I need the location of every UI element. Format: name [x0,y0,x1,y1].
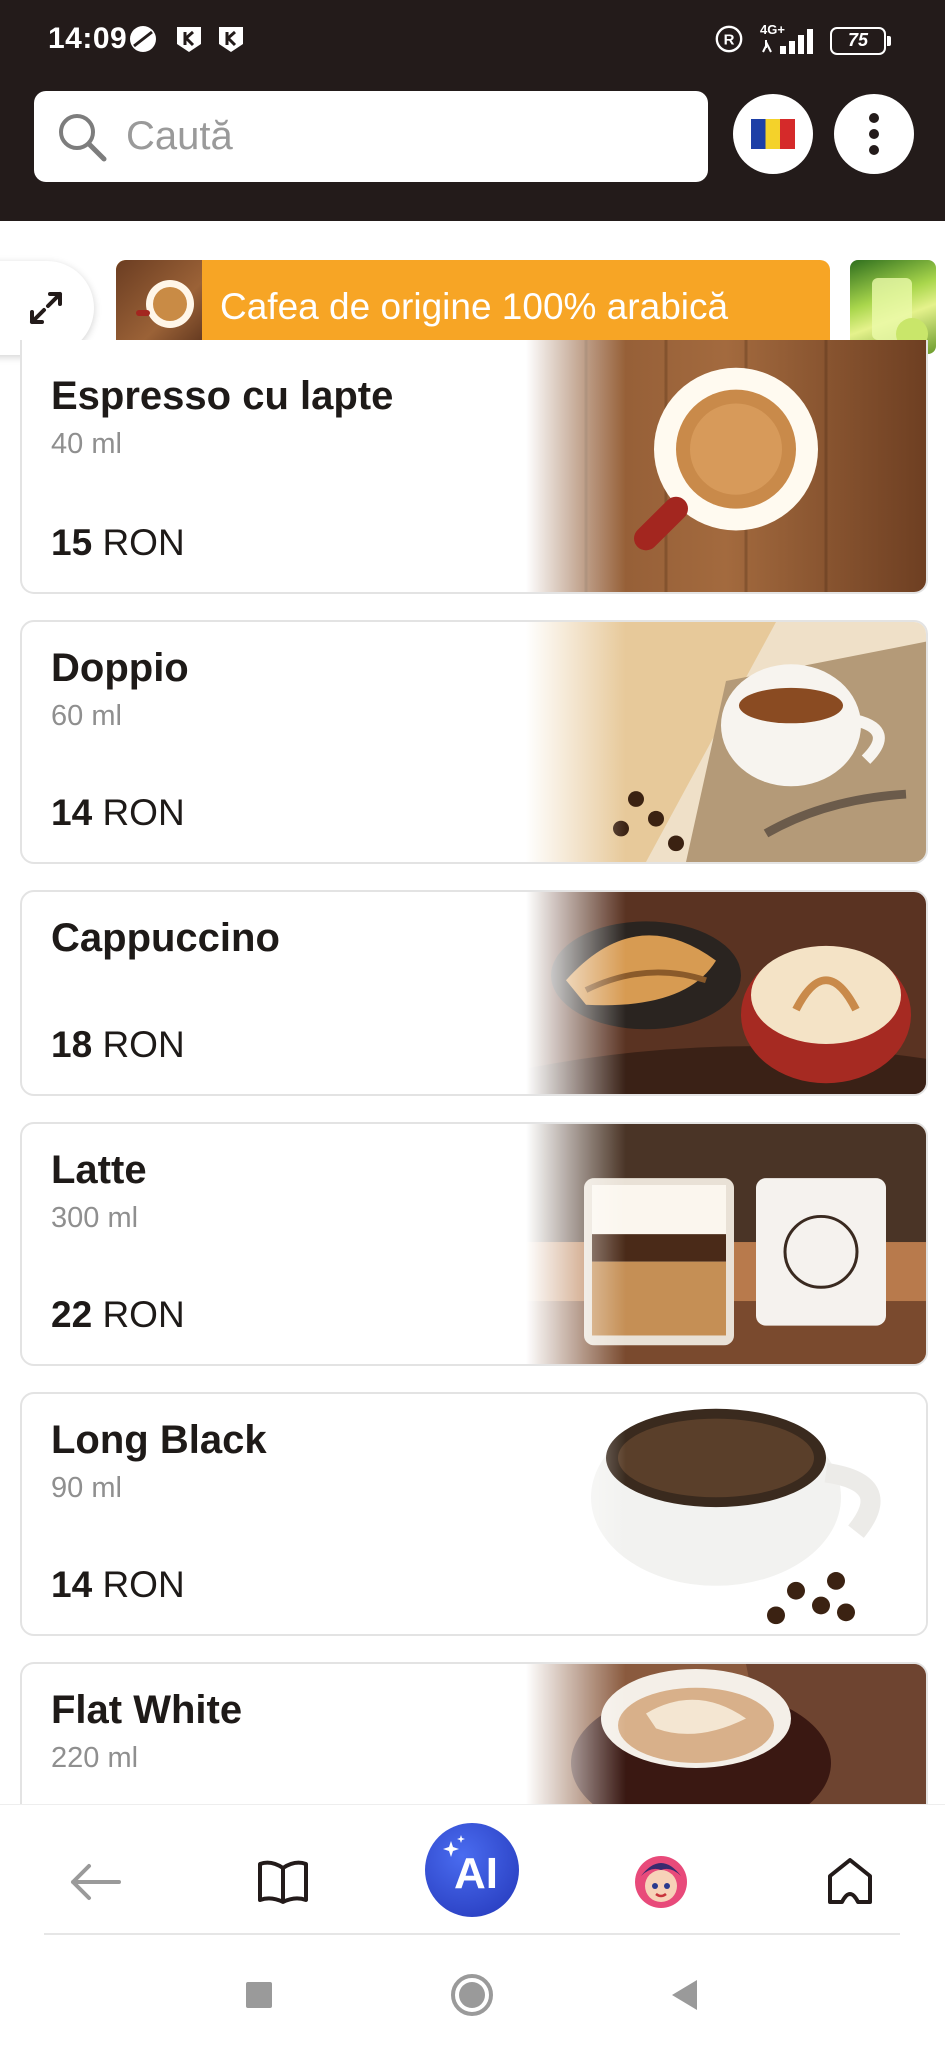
app-header: 14:09 R 4G+ 75 Caută [0,0,945,221]
price-currency: RON [102,1294,185,1335]
item-name: Flat White [51,1688,243,1732]
status-time: 14:09 [48,22,128,55]
price-amount: 14 [51,1564,93,1605]
language-button[interactable] [733,94,813,174]
item-name: Long Black [51,1418,267,1462]
price-currency: RON [102,1024,185,1065]
more-vertical-icon [869,113,879,155]
item-price: 14 RON [51,792,185,834]
menu-book-button[interactable] [248,1847,318,1917]
more-options-button[interactable] [834,94,914,174]
item-volume: 300 ml [51,1202,139,1234]
menu-item-card[interactable]: Cappuccino 18 RON [20,890,928,1096]
svg-text:R: R [724,32,735,49]
home-icon [828,1858,872,1904]
menu-item-card[interactable]: Long Black 90 ml 14 RON [20,1392,928,1636]
triangle-back-icon [672,1980,697,2010]
price-currency: RON [102,1564,185,1605]
search-placeholder: Caută [126,114,233,158]
battery-level: 75 [847,30,869,50]
bottom-navigation: AI [0,1804,945,2048]
item-volume: 60 ml [51,700,122,732]
item-price: 22 RON [51,1294,185,1336]
girl-avatar-icon [635,1856,687,1908]
search-input[interactable]: Caută [34,91,708,182]
signal-icon [762,29,813,54]
menu-item-card[interactable]: Espresso cu lapte 40 ml 15 RON [20,340,928,594]
book-icon [258,1860,308,1904]
price-amount: 14 [51,792,93,833]
back-button[interactable] [60,1847,130,1917]
recent-apps-button[interactable] [234,1970,284,2020]
home-button[interactable] [815,1847,885,1917]
expand-icon [30,292,62,324]
item-price: 15 RON [51,522,185,564]
item-volume: 90 ml [51,1472,122,1504]
arrow-left-icon [71,1864,121,1900]
system-back-button[interactable] [660,1970,710,2020]
menu-item-card[interactable]: Latte 300 ml 22 RON [20,1122,928,1366]
item-name: Latte [51,1148,147,1192]
item-name: Espresso cu lapte [51,374,394,418]
status-bar: 14:09 R 4G+ 75 [0,0,945,80]
kids-menu-button[interactable] [626,1847,696,1917]
system-home-button[interactable] [447,1970,497,2020]
registered-icon: R [715,25,743,53]
item-name: Cappuccino [51,916,280,960]
vpn-icon [130,26,156,52]
ai-label: AI [454,1849,498,1898]
menu-item-card[interactable]: Doppio 60 ml 14 RON [20,620,928,864]
search-icon [59,114,107,162]
price-currency: RON [102,792,185,833]
item-price: 18 RON [51,1024,185,1066]
ai-assistant-button[interactable]: AI [425,1823,519,1917]
item-name: Doppio [51,646,189,690]
item-price: 14 RON [51,1564,185,1606]
battery-icon: 75 [830,27,891,55]
kiosk-app-icon-2 [219,27,243,52]
romania-flag-icon [751,119,795,149]
item-volume: 40 ml [51,428,122,460]
square-icon [246,1982,272,2008]
price-amount: 18 [51,1024,93,1065]
item-volume: 220 ml [51,1742,139,1774]
price-amount: 15 [51,522,93,563]
price-currency: RON [102,522,185,563]
circle-icon [451,1974,493,2016]
price-amount: 22 [51,1294,93,1335]
kiosk-app-icon [177,27,201,52]
